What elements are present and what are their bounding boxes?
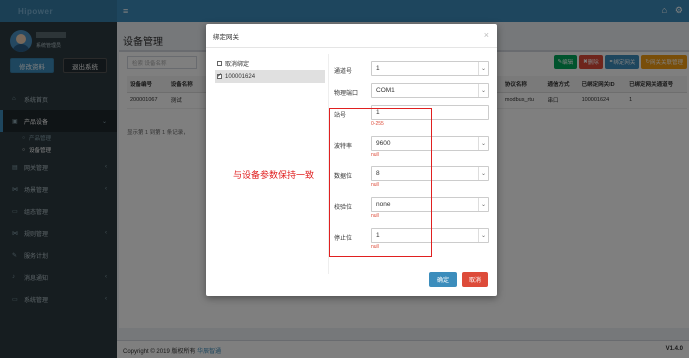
field-value: 1 [376, 65, 380, 72]
field-value: COM1 [376, 87, 395, 94]
cancel-button[interactable]: 取消 [462, 272, 488, 287]
chevron-down-icon: ⌄ [478, 198, 488, 211]
chevron-down-icon: ⌄ [478, 229, 488, 242]
chevron-down-icon: ⌄ [478, 137, 488, 150]
annotation-text: 与设备参数保持一致 [233, 170, 315, 180]
modal-header: 绑定网关 × [206, 24, 497, 48]
port-select[interactable]: COM1 ⌄ [371, 83, 489, 98]
gateway-list: 取消绑定 100001624 [215, 57, 325, 83]
checkbox[interactable] [217, 61, 222, 66]
channel-select[interactable]: 1 ⌄ [371, 61, 489, 76]
gateway-option-unbind[interactable]: 取消绑定 [215, 57, 325, 70]
field-label: 物理端口 [334, 91, 359, 97]
gateway-option[interactable]: 100001624 [215, 70, 325, 83]
chevron-down-icon: ⌄ [478, 167, 488, 180]
field-label: 通道号 [334, 69, 353, 75]
gateway-option-label: 100001624 [225, 73, 256, 80]
gateway-option-label: 取消绑定 [225, 62, 250, 68]
annotation-highlight-box [329, 108, 432, 257]
checkbox-checked[interactable] [217, 72, 222, 79]
close-icon[interactable]: × [484, 30, 489, 40]
confirm-button[interactable]: 确定 [429, 272, 457, 287]
chevron-down-icon: ⌄ [478, 84, 488, 97]
chevron-down-icon: ⌄ [478, 62, 488, 75]
modal-title: 绑定网关 [213, 33, 239, 41]
